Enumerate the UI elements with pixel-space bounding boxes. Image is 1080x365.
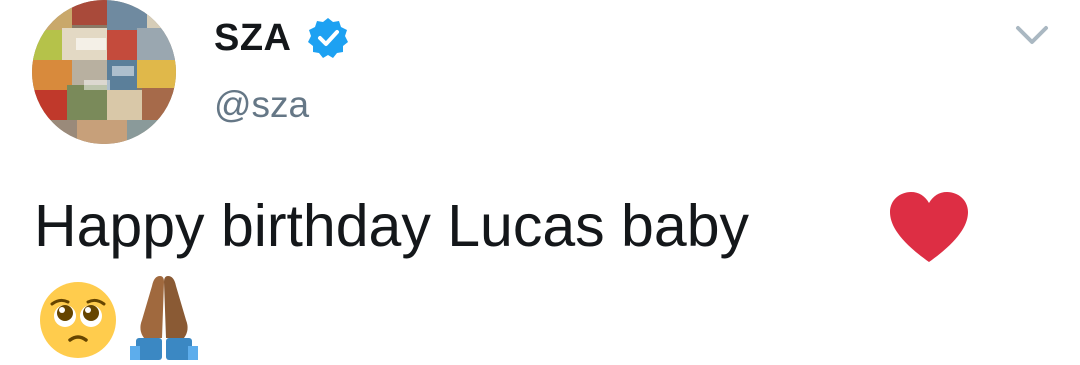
display-name[interactable]: SZA	[214, 17, 292, 60]
avatar[interactable]	[32, 0, 176, 144]
name-row: SZA	[214, 16, 350, 60]
tweet-text: Happy birthday Lucas baby	[34, 193, 750, 259]
red-heart-icon	[888, 192, 970, 264]
folded-hands-icon	[122, 272, 206, 360]
verified-badge-icon	[306, 16, 350, 60]
user-handle[interactable]: @sza	[214, 84, 309, 126]
pleading-face-icon	[36, 276, 120, 360]
chevron-down-icon[interactable]	[1012, 20, 1052, 50]
avatar-image	[32, 0, 176, 144]
